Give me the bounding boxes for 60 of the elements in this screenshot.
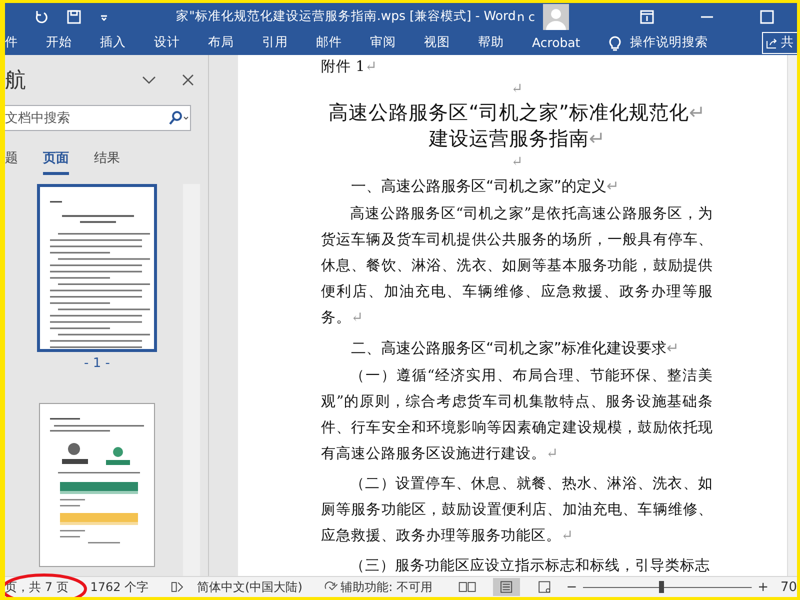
- user-initials: n c: [516, 10, 535, 24]
- zoom-out-button[interactable]: −: [566, 580, 578, 594]
- paragraph-mark: ↵: [688, 101, 706, 124]
- scrollbar[interactable]: [787, 55, 797, 576]
- window-title: 家"标准化规范化建设运营服务指南.wps [兼容模式] - Word: [175, 8, 517, 25]
- pane-tab[interactable]: 题: [5, 147, 18, 175]
- ribbon-tab[interactable]: 件: [5, 34, 32, 51]
- search-field[interactable]: 文档中搜索: [5, 105, 191, 131]
- scrollbar[interactable]: [183, 184, 200, 576]
- document-title: 建设运营服务指南↵: [428, 126, 606, 152]
- pane-tab[interactable]: 页面: [43, 147, 69, 175]
- chevron-down-icon[interactable]: [142, 75, 156, 85]
- zoom-slider-thumb[interactable]: [658, 581, 664, 593]
- ribbon-tab[interactable]: 视图: [410, 34, 464, 51]
- paragraph-mark: ↵: [666, 339, 680, 357]
- undo-icon[interactable]: [35, 10, 49, 24]
- paragraph-mark: ↵: [588, 127, 606, 150]
- print-layout-icon[interactable]: [493, 578, 520, 596]
- search-icon[interactable]: [168, 111, 190, 125]
- section-heading: 一、高速公路服务区“司机之家”的定义↵: [350, 176, 620, 197]
- body-paragraph: （二）设置停车、休息、就餐、热水、淋浴、洗衣、如厕等服务功能区，鼓励设置便利店、加油充电、车辆维修、应急救援、政务办理等服务功能区。↵: [321, 474, 713, 546]
- pane-tab[interactable]: 结果: [94, 147, 120, 175]
- paragraph-mark: ↵: [511, 154, 523, 170]
- tell-me-search[interactable]: 操作说明搜索: [630, 34, 708, 51]
- ribbon-tab[interactable]: Acrobat: [518, 35, 594, 50]
- zoom-level[interactable]: 70: [780, 580, 797, 594]
- body-paragraph: （一）遵循“经济实用、布局合理、节能环保、整洁美观”的原则，综合考虑货车司机集散特点、服务设施基础条件、行车安全和环境影响等因素确定建设规模，鼓励依托现有高速公路服务区设施进行建设。↵: [321, 366, 713, 464]
- lightbulb-icon: [608, 34, 622, 50]
- share-button[interactable]: 共: [762, 32, 797, 54]
- attachment-label: 附件 1↵: [321, 58, 378, 77]
- ribbon-tab[interactable]: 插入: [86, 34, 140, 51]
- maximize-icon[interactable]: [760, 10, 774, 24]
- paragraph-mark: ↵: [511, 81, 523, 97]
- ribbon-display-icon[interactable]: [640, 10, 654, 24]
- status-text[interactable]: 简体中文(中国大陆): [197, 578, 302, 596]
- proofing-icon[interactable]: [170, 580, 184, 594]
- paragraph-mark: ↵: [546, 446, 558, 462]
- pane-title: 航: [5, 67, 27, 94]
- ribbon-tab[interactable]: 邮件: [302, 34, 356, 51]
- share-icon: [766, 36, 778, 48]
- body-paragraph: 高速公路服务区“司机之家”是依托高速公路服务区，为货运车辆及货车司机提供公共服务的场所，一般具有停车、休息、餐饮、淋浴、洗衣、如厕等基本服务功能，鼓励提供便利店、加油充电、车辆维修、应急救援、政务办理等服务。↵: [321, 204, 713, 328]
- ribbon-tab[interactable]: 引用: [248, 34, 302, 51]
- document-title: 高速公路服务区“司机之家”标准化规范化↵: [328, 100, 706, 126]
- save-icon[interactable]: [67, 10, 81, 24]
- paragraph-mark: ↵: [561, 528, 574, 544]
- ribbon-tab[interactable]: 布局: [194, 34, 248, 51]
- page-number: - 1 -: [84, 356, 110, 371]
- status-text[interactable]: 辅助功能: 不可用: [340, 578, 432, 596]
- section-heading: 二、高速公路服务区“司机之家”标准化建设要求↵: [350, 338, 680, 359]
- status-text[interactable]: 1762 个字: [90, 578, 149, 596]
- body-paragraph: （三）服务功能区应设立指示标志和标线，引导类标志: [349, 556, 711, 576]
- ribbon-tab[interactable]: 开始: [32, 34, 86, 51]
- paragraph-mark: ↵: [606, 177, 620, 195]
- ribbon-tab[interactable]: 帮助: [464, 34, 518, 51]
- close-icon[interactable]: [182, 74, 194, 86]
- zoom-in-button[interactable]: +: [758, 580, 768, 594]
- ribbon-tab[interactable]: 设计: [140, 34, 194, 51]
- paragraph-mark: ↵: [364, 59, 377, 75]
- paragraph-mark: ↵: [351, 310, 364, 326]
- ribbon-tab[interactable]: 审阅: [356, 34, 410, 51]
